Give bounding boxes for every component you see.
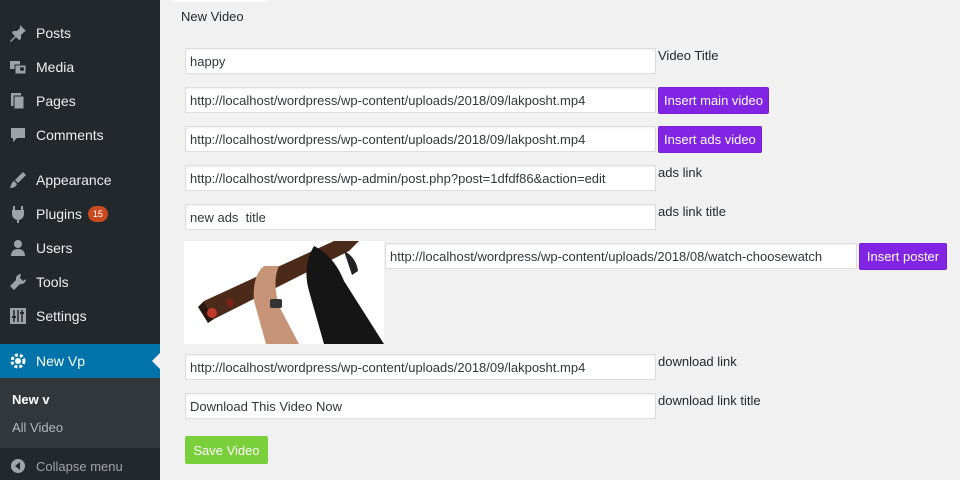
sidebar-item-label: Users [36,240,73,256]
sidebar-item-label: Posts [36,25,72,41]
collapse-label: Collapse menu [36,458,123,474]
sidebar-item-settings[interactable]: Settings [0,299,160,333]
sidebar-item-label: Plugins [36,206,82,222]
insert-poster-button[interactable]: Insert poster [859,243,947,270]
insert-main-video-button[interactable]: Insert main video [658,87,769,114]
sidebar-item-new-vp[interactable]: New Vp [0,344,160,378]
submenu-item-all-video[interactable]: All Video [12,420,63,435]
sidebar-item-comments[interactable]: Comments [0,118,160,152]
ads-link-title-input[interactable] [185,204,656,230]
ads-link-input[interactable] [185,165,656,191]
sidebar-item-label: Appearance [36,172,112,188]
sidebar-item-posts[interactable]: Posts [0,16,160,50]
save-video-button[interactable]: Save Video [185,436,268,464]
video-title-label: Video Title [658,48,719,63]
update-count-badge: 15 [87,206,108,222]
download-link-input[interactable] [185,354,656,380]
gear-icon [0,352,36,370]
admin-sidebar: Posts Media Pages Comments Appearance Pl… [0,0,160,480]
sidebar-item-pages[interactable]: Pages [0,84,160,118]
pages-icon [0,92,36,110]
submenu-item-new-v[interactable]: New v [12,392,50,407]
video-title-input[interactable] [185,48,656,74]
download-link-title-input[interactable] [185,393,656,419]
users-icon [0,239,36,257]
sidebar-item-users[interactable]: Users [0,231,160,265]
comments-icon [0,126,36,144]
sidebar-item-label: Pages [36,93,76,109]
sidebar-item-label: Tools [36,274,69,290]
main-video-url-input[interactable] [185,87,656,113]
sidebar-item-label: New Vp [36,353,86,369]
pin-icon [0,24,36,42]
sidebar-item-media[interactable]: Media [0,50,160,84]
appearance-icon [0,171,36,189]
collapse-icon [0,458,36,474]
ads-link-title-label: ads link title [658,204,726,219]
download-link-label: download link [658,354,737,369]
sidebar-item-plugins[interactable]: Plugins 15 [0,197,160,231]
media-icon [0,58,36,76]
tab-label: New Video [181,9,244,24]
ads-video-url-input[interactable] [185,126,656,152]
submenu: New v All Video [0,378,160,448]
plugins-icon [0,205,36,223]
poster-url-input[interactable] [385,243,857,269]
sidebar-item-label: Media [36,59,75,75]
poster-preview-image [184,241,384,344]
sidebar-item-appearance[interactable]: Appearance [0,163,160,197]
ads-link-label: ads link [658,165,703,180]
tools-icon [0,273,36,291]
sidebar-item-label: Comments [36,127,104,143]
sidebar-item-tools[interactable]: Tools [0,265,160,299]
insert-ads-video-button[interactable]: Insert ads video [658,126,762,153]
tab-new-video[interactable]: New Video [174,0,266,32]
collapse-menu-button[interactable]: Collapse menu [0,452,160,480]
settings-icon [0,307,36,325]
download-link-title-label: download link title [658,393,761,408]
main-content: New Video Video Title Insert main video … [160,0,960,480]
sidebar-item-label: Settings [36,308,87,324]
